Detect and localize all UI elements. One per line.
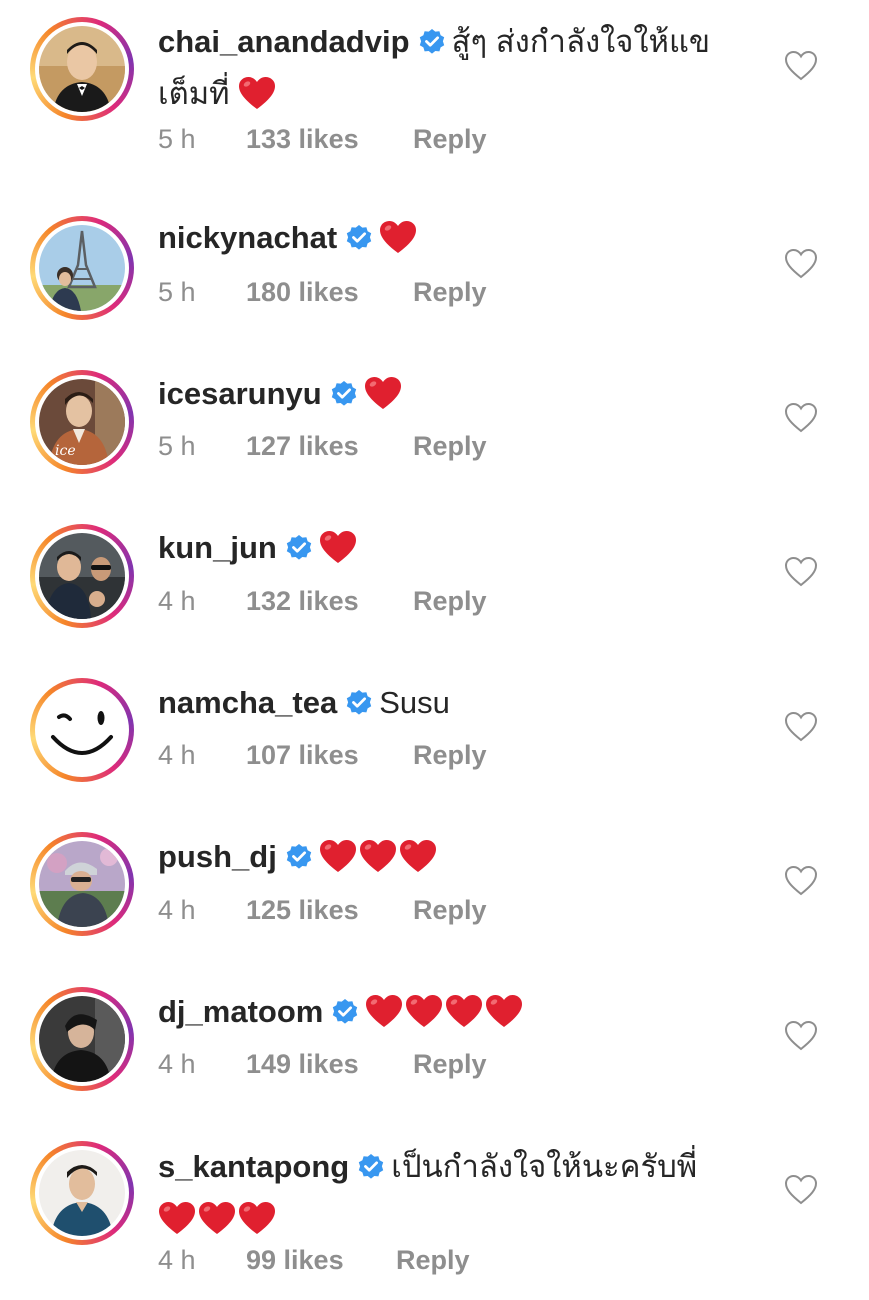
likes-count[interactable]: 133 likes bbox=[246, 124, 413, 155]
red-heart-emoji bbox=[399, 839, 437, 887]
comment-text: chai_anandadvip สู้ๆ ส่งกำลังใจให้แข เต็ม… bbox=[158, 18, 758, 124]
likes-count[interactable]: 180 likes bbox=[246, 277, 413, 308]
comment-body: สู้ๆ ส่งกำลังใจให้แข bbox=[451, 24, 711, 59]
avatar bbox=[39, 841, 125, 927]
reply-button[interactable]: Reply bbox=[413, 740, 487, 771]
avatar-story-ring[interactable] bbox=[30, 17, 134, 121]
verified-badge-icon bbox=[418, 22, 446, 70]
verified-badge-icon bbox=[285, 837, 313, 885]
heart-outline-icon[interactable] bbox=[784, 248, 818, 280]
avatar: ice bbox=[39, 379, 125, 465]
comment-time: 4 h bbox=[158, 586, 196, 616]
username[interactable]: icesarunyu bbox=[158, 376, 322, 411]
comment-text: dj_matoom bbox=[158, 988, 758, 1042]
comment-text: push_dj bbox=[158, 833, 758, 887]
avatar bbox=[39, 1150, 125, 1236]
avatar bbox=[39, 225, 125, 311]
username[interactable]: s_kantapong bbox=[158, 1149, 349, 1184]
avatar-story-ring[interactable] bbox=[30, 216, 134, 320]
verified-badge-icon bbox=[285, 528, 313, 576]
comment-meta: 4 h 125 likes Reply bbox=[158, 895, 487, 926]
comment-body: Susu bbox=[379, 685, 450, 720]
heart-outline-icon[interactable] bbox=[784, 50, 818, 82]
svg-text:ice: ice bbox=[55, 443, 76, 459]
reply-button[interactable]: Reply bbox=[413, 895, 487, 926]
reply-button[interactable]: Reply bbox=[396, 1245, 470, 1276]
reply-button[interactable]: Reply bbox=[413, 586, 487, 617]
avatar-story-ring[interactable] bbox=[30, 524, 134, 628]
avatar-story-ring[interactable] bbox=[30, 832, 134, 936]
red-heart-emoji bbox=[364, 376, 402, 424]
comment-time: 4 h bbox=[158, 895, 196, 925]
heart-outline-icon[interactable] bbox=[784, 556, 818, 588]
likes-count[interactable]: 132 likes bbox=[246, 586, 413, 617]
comment-text: kun_jun bbox=[158, 524, 758, 578]
username[interactable]: dj_matoom bbox=[158, 994, 323, 1029]
red-heart-emoji bbox=[485, 994, 523, 1042]
comment-meta: 5 h 180 likes Reply bbox=[158, 277, 487, 308]
reply-button[interactable]: Reply bbox=[413, 277, 487, 308]
avatar bbox=[39, 687, 125, 773]
comment-time: 4 h bbox=[158, 1049, 196, 1079]
comment-time: 5 h bbox=[158, 277, 196, 307]
likes-count[interactable]: 107 likes bbox=[246, 740, 413, 771]
red-heart-emoji bbox=[158, 1201, 196, 1249]
red-heart-emoji bbox=[359, 839, 397, 887]
red-heart-emoji bbox=[319, 530, 357, 578]
reply-button[interactable]: Reply bbox=[413, 1049, 487, 1080]
reply-button[interactable]: Reply bbox=[413, 124, 487, 155]
red-heart-emoji bbox=[238, 76, 276, 124]
red-heart-emoji bbox=[405, 994, 443, 1042]
comment-meta: 4 h 99 likes Reply bbox=[158, 1245, 470, 1276]
avatar bbox=[39, 533, 125, 619]
avatar bbox=[39, 26, 125, 112]
comment-text: s_kantapong เป็นกำลังใจให้นะครับพี่ bbox=[158, 1143, 758, 1249]
red-heart-emoji bbox=[319, 839, 357, 887]
comment-time: 5 h bbox=[158, 431, 196, 461]
heart-outline-icon[interactable] bbox=[784, 865, 818, 897]
avatar bbox=[39, 996, 125, 1082]
comment-meta: 5 h 127 likes Reply bbox=[158, 431, 487, 462]
verified-badge-icon bbox=[331, 992, 359, 1040]
heart-outline-icon[interactable] bbox=[784, 1020, 818, 1052]
comment-body-continued: เต็มที่ bbox=[158, 76, 230, 111]
red-heart-emoji bbox=[445, 994, 483, 1042]
comment-body: เป็นกำลังใจให้นะครับพี่ bbox=[391, 1149, 698, 1184]
likes-count[interactable]: 149 likes bbox=[246, 1049, 413, 1080]
red-heart-emoji bbox=[379, 220, 417, 268]
comment-text: nickynachat bbox=[158, 214, 758, 268]
comment-text: icesarunyu bbox=[158, 370, 758, 424]
comment-time: 4 h bbox=[158, 740, 196, 770]
comment-meta: 4 h 107 likes Reply bbox=[158, 740, 487, 771]
avatar-story-ring[interactable] bbox=[30, 1141, 134, 1245]
avatar-story-ring[interactable]: ice bbox=[30, 370, 134, 474]
username[interactable]: chai_anandadvip bbox=[158, 24, 410, 59]
verified-badge-icon bbox=[330, 374, 358, 422]
verified-badge-icon bbox=[357, 1147, 385, 1195]
comment-text: namcha_tea Susu bbox=[158, 679, 758, 731]
username[interactable]: nickynachat bbox=[158, 220, 337, 255]
likes-count[interactable]: 99 likes bbox=[246, 1245, 396, 1276]
comment-time: 4 h bbox=[158, 1245, 196, 1275]
red-heart-emoji bbox=[198, 1201, 236, 1249]
red-heart-emoji bbox=[365, 994, 403, 1042]
verified-badge-icon bbox=[345, 218, 373, 266]
username[interactable]: namcha_tea bbox=[158, 685, 337, 720]
comment-meta: 4 h 132 likes Reply bbox=[158, 586, 487, 617]
likes-count[interactable]: 127 likes bbox=[246, 431, 413, 462]
red-heart-emoji bbox=[238, 1201, 276, 1249]
username[interactable]: kun_jun bbox=[158, 530, 277, 565]
avatar-story-ring[interactable] bbox=[30, 678, 134, 782]
heart-outline-icon[interactable] bbox=[784, 402, 818, 434]
comment-meta: 4 h 149 likes Reply bbox=[158, 1049, 487, 1080]
verified-badge-icon bbox=[345, 683, 373, 731]
avatar-story-ring[interactable] bbox=[30, 987, 134, 1091]
likes-count[interactable]: 125 likes bbox=[246, 895, 413, 926]
username[interactable]: push_dj bbox=[158, 839, 277, 874]
heart-outline-icon[interactable] bbox=[784, 711, 818, 743]
comment-meta: 5 h 133 likes Reply bbox=[158, 124, 487, 155]
heart-outline-icon[interactable] bbox=[784, 1174, 818, 1206]
reply-button[interactable]: Reply bbox=[413, 431, 487, 462]
comment-time: 5 h bbox=[158, 124, 196, 154]
